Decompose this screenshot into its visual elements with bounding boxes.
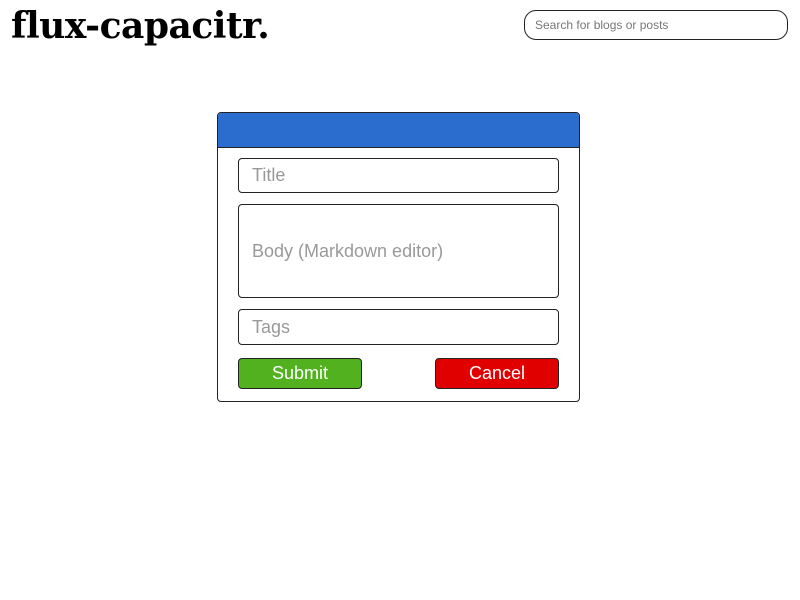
submit-button[interactable]: Submit xyxy=(238,358,362,389)
tags-input[interactable] xyxy=(238,309,559,345)
body-editor[interactable] xyxy=(238,204,559,298)
page: flux-capacitr. Submit Cancel xyxy=(0,0,800,600)
search-input[interactable] xyxy=(524,10,788,40)
new-post-modal: Submit Cancel xyxy=(217,112,580,402)
site-logo[interactable]: flux-capacitr. xyxy=(11,4,270,48)
title-input[interactable] xyxy=(238,158,559,193)
modal-header xyxy=(218,113,579,148)
cancel-button[interactable]: Cancel xyxy=(435,358,559,389)
